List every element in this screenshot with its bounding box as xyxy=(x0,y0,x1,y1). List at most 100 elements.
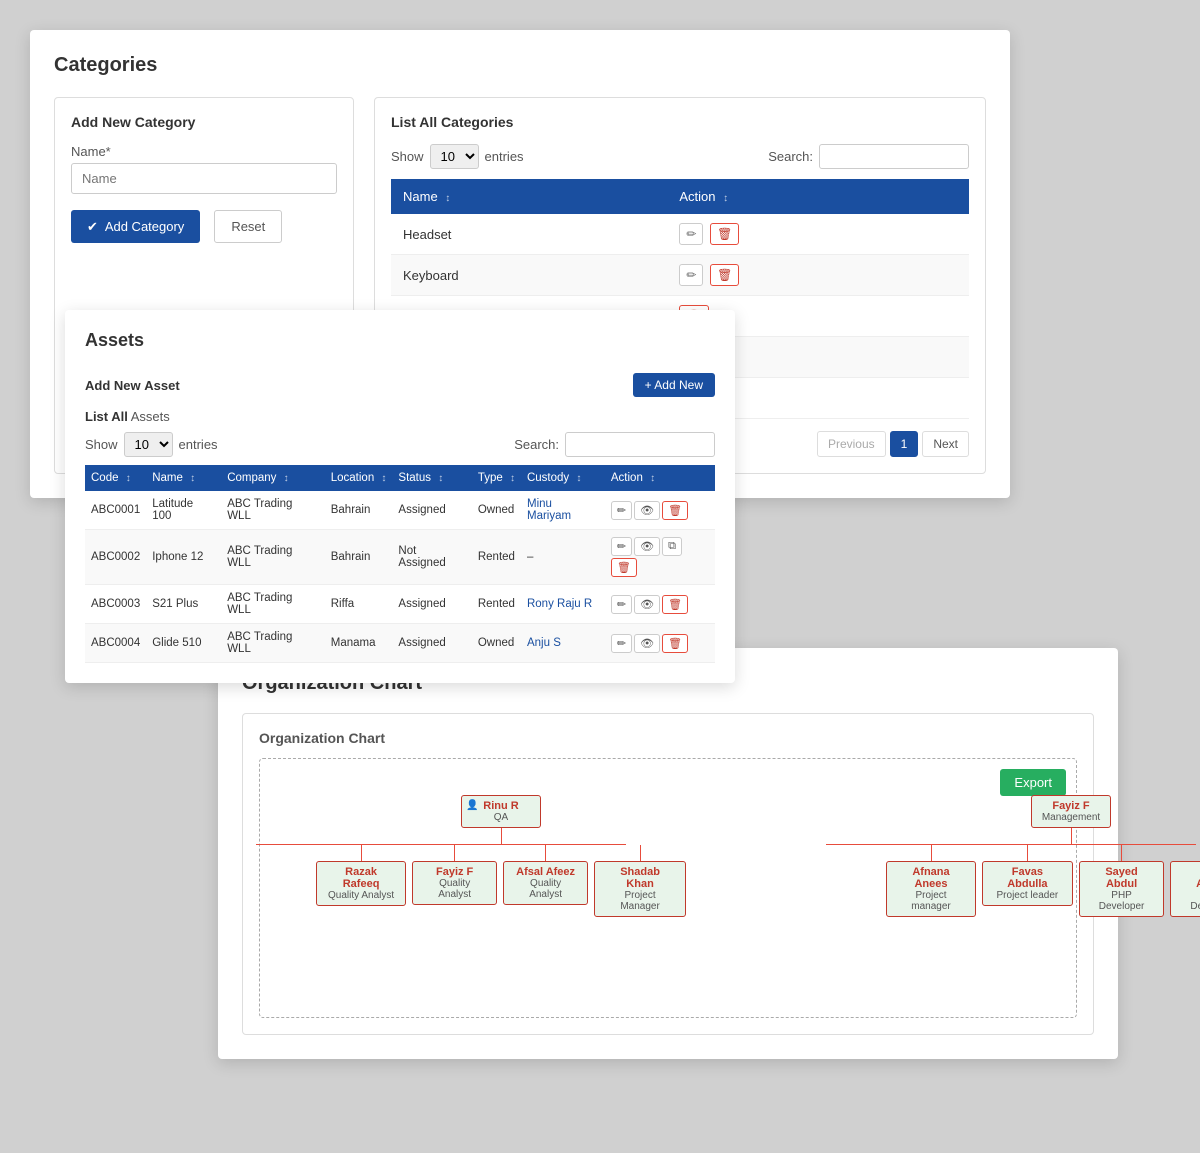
view-button[interactable]: 👁 xyxy=(634,595,660,614)
horizontal-connector xyxy=(256,844,626,845)
col-type: Type ↕ xyxy=(472,465,521,491)
col-name: Name ↕ xyxy=(391,179,667,214)
entries-select[interactable]: 102550 xyxy=(430,144,479,169)
col-action: Action ↕ xyxy=(605,465,715,491)
col-custody: Custody ↕ xyxy=(521,465,605,491)
assets-show-entries: Show 1025 entries xyxy=(85,432,218,457)
vertical-connector xyxy=(1071,828,1072,844)
vertical-connector xyxy=(501,828,502,844)
org-node: Favas Abdulla Project leader xyxy=(982,861,1073,906)
child-branch: Afsal Afeez Quality Analyst xyxy=(503,845,588,917)
child-branch: Sayed Abdul PHP Developer xyxy=(1079,845,1165,917)
edit-button[interactable]: ✏ xyxy=(611,634,632,653)
left-children-row: Razak Rafeeq Quality Analyst Fayiz F Qua… xyxy=(316,845,686,917)
add-category-button[interactable]: ✔ Add Category xyxy=(71,210,200,243)
child-branch: Favas Abdulla Project leader xyxy=(982,845,1073,917)
add-category-title: Add New Category xyxy=(71,114,337,130)
custody-link[interactable]: Minu Mariyam xyxy=(527,498,571,522)
copy-button[interactable]: ⧉ xyxy=(662,537,682,556)
org-node: Razak Rafeeq Quality Analyst xyxy=(316,861,406,906)
child-branch: Aana Ameer PHP Developer xyxy=(1170,845,1200,917)
vertical-connector xyxy=(640,845,641,861)
vertical-connector xyxy=(1027,845,1028,861)
vertical-connector xyxy=(545,845,546,861)
org-inner-box: Organization Chart Export 👤 Rinu R QA xyxy=(242,713,1094,1035)
previous-page-button[interactable]: Previous xyxy=(817,431,886,457)
add-new-asset-label: Add New Asset xyxy=(85,378,180,393)
vertical-connector xyxy=(931,845,932,861)
category-name-input[interactable] xyxy=(71,163,337,194)
org-node: Fayiz F Quality Analyst xyxy=(412,861,497,905)
org-node: Fayiz F Management xyxy=(1031,795,1111,828)
view-button[interactable]: 👁 xyxy=(634,537,660,556)
person-icon: 👤 xyxy=(466,800,478,811)
assets-title: Assets xyxy=(85,330,144,351)
page-1-button[interactable]: 1 xyxy=(890,431,919,457)
assets-panel: Assets Add New Asset + Add New List All … xyxy=(65,310,735,683)
vertical-connector xyxy=(361,845,362,861)
list-all-assets-label: List All Assets xyxy=(85,409,715,424)
org-chart-area: Export 👤 Rinu R QA xyxy=(259,758,1077,1018)
org-node: Sayed Abdul PHP Developer xyxy=(1079,861,1165,917)
categories-search-input[interactable] xyxy=(819,144,969,169)
col-action: Action ↕ xyxy=(667,179,969,214)
col-name: Name ↕ xyxy=(146,465,221,491)
edit-button[interactable]: ✏ xyxy=(611,537,632,556)
manager-branch-right: Fayiz F Management Afnana Anees xyxy=(886,795,1200,917)
next-page-button[interactable]: Next xyxy=(922,431,969,457)
delete-button[interactable]: 🗑 xyxy=(710,264,739,286)
right-children-row: Afnana Anees Project manager Favas Abdul… xyxy=(886,845,1200,917)
delete-button[interactable]: 🗑 xyxy=(662,501,688,520)
delete-button[interactable]: 🗑 xyxy=(611,558,637,577)
col-status: Status ↕ xyxy=(392,465,471,491)
check-icon: ✔ xyxy=(87,219,98,234)
col-code: Code ↕ xyxy=(85,465,146,491)
table-row: Keyboard ✏ 🗑 xyxy=(391,255,969,296)
table-row: ABC0003 S21 Plus ABC Trading WLL Riffa A… xyxy=(85,585,715,624)
view-button[interactable]: 👁 xyxy=(634,501,660,520)
table-row: ABC0001 Latitude 100 ABC Trading WLL Bah… xyxy=(85,491,715,530)
org-node: Afsal Afeez Quality Analyst xyxy=(503,861,588,905)
table-row: Headset ✏ 🗑 xyxy=(391,214,969,255)
child-branch: Shadab Khan Project Manager xyxy=(594,845,686,917)
edit-button[interactable]: ✏ xyxy=(679,264,703,286)
horizontal-connector xyxy=(826,844,1196,845)
assets-search-input[interactable] xyxy=(565,432,715,457)
assets-search-box: Search: xyxy=(514,432,715,457)
col-location: Location ↕ xyxy=(325,465,393,491)
org-node: 👤 Rinu R QA xyxy=(461,795,541,828)
custody-link[interactable]: Anju S xyxy=(527,637,561,649)
org-node: Shadab Khan Project Manager xyxy=(594,861,686,917)
edit-button[interactable]: ✏ xyxy=(611,595,632,614)
org-node: Aana Ameer PHP Developer xyxy=(1170,861,1200,917)
table-row: ABC0004 Glide 510 ABC Trading WLL Manama… xyxy=(85,624,715,663)
search-box: Search: xyxy=(768,144,969,169)
child-branch: Razak Rafeeq Quality Analyst xyxy=(316,845,406,917)
reset-button[interactable]: Reset xyxy=(214,210,282,243)
org-chart-visual: 👤 Rinu R QA Razak Rafeeq xyxy=(276,775,1060,927)
assets-table: Code ↕ Name ↕ Company ↕ Location ↕ Statu… xyxy=(85,465,715,663)
categories-title: Categories xyxy=(54,54,986,77)
delete-button[interactable]: 🗑 xyxy=(662,595,688,614)
show-entries: Show 102550 entries xyxy=(391,144,524,169)
delete-button[interactable]: 🗑 xyxy=(710,223,739,245)
assets-entries-select[interactable]: 1025 xyxy=(124,432,173,457)
org-chart-panel: Organization Chart Organization Chart Ex… xyxy=(218,648,1118,1059)
add-new-asset-button[interactable]: + Add New xyxy=(633,373,715,397)
name-label: Name* xyxy=(71,144,337,159)
child-branch: Fayiz F Quality Analyst xyxy=(412,845,497,917)
edit-button[interactable]: ✏ xyxy=(611,501,632,520)
vertical-connector xyxy=(1121,845,1122,861)
org-inner-title: Organization Chart xyxy=(259,730,1077,746)
table-row: ABC0002 Iphone 12 ABC Trading WLL Bahrai… xyxy=(85,530,715,585)
custody-link[interactable]: Rony Raju R xyxy=(527,598,592,610)
vertical-connector xyxy=(454,845,455,861)
child-branch: Afnana Anees Project manager xyxy=(886,845,976,917)
delete-button[interactable]: 🗑 xyxy=(662,634,688,653)
manager-branch-left: 👤 Rinu R QA Razak Rafeeq xyxy=(316,795,686,917)
org-node: Afnana Anees Project manager xyxy=(886,861,976,917)
col-company: Company ↕ xyxy=(221,465,325,491)
view-button[interactable]: 👁 xyxy=(634,634,660,653)
edit-button[interactable]: ✏ xyxy=(679,223,703,245)
list-all-title: List All Categories xyxy=(391,114,969,130)
